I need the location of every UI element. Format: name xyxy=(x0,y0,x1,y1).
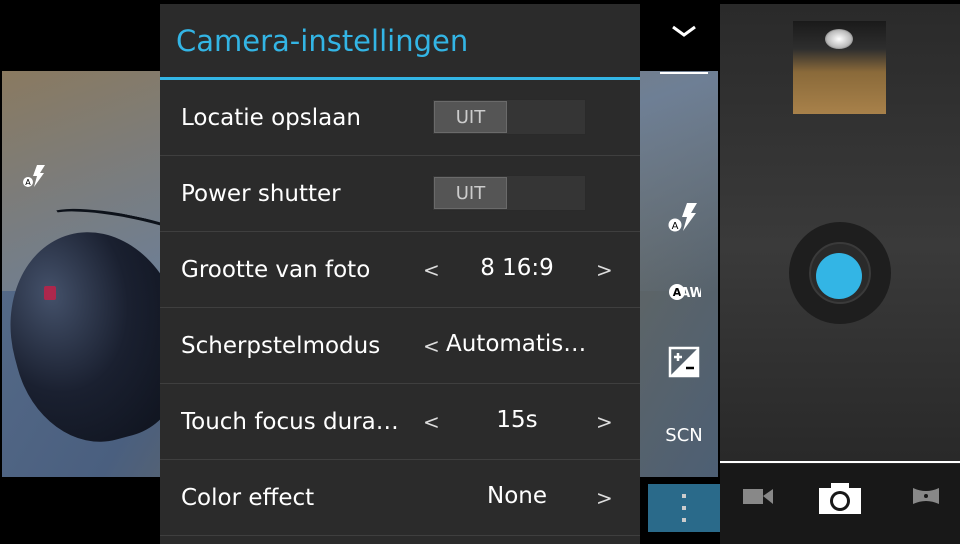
next-value-button[interactable]: > xyxy=(596,258,613,282)
camera-settings-panel: Camera-instellingen Locatie opslaan UIT … xyxy=(160,4,640,544)
next-value-button[interactable]: > xyxy=(596,486,613,510)
white-balance-text: AW xyxy=(680,286,701,301)
setting-label: Power shutter xyxy=(181,180,341,207)
overflow-menu-icon xyxy=(682,494,686,522)
setting-value: None xyxy=(486,483,547,509)
settings-title: Camera-instellingen xyxy=(176,23,469,58)
setting-row-touch-focus[interactable]: Touch focus dura… < 15s > xyxy=(160,384,640,460)
setting-value: 15s xyxy=(496,407,538,433)
previous-value-button[interactable]: < xyxy=(423,410,440,434)
camera-controls xyxy=(720,4,960,544)
collapse-underline xyxy=(660,72,708,74)
panorama-mode-icon[interactable] xyxy=(906,484,946,512)
svg-text:A: A xyxy=(25,178,31,187)
last-photo-thumbnail[interactable] xyxy=(793,21,886,114)
setting-value: Automatis… xyxy=(446,331,587,357)
setting-value: 8 16:9 xyxy=(480,255,554,281)
mode-bar-divider xyxy=(720,461,960,463)
location-toggle[interactable]: UIT xyxy=(432,99,586,135)
setting-row-focus-mode[interactable]: Scherpstelmodus < Automatis… xyxy=(160,308,640,384)
mode-bar xyxy=(720,464,960,544)
setting-label: Touch focus dura… xyxy=(181,408,399,435)
exposure-icon[interactable] xyxy=(660,346,708,382)
overflow-menu-button[interactable] xyxy=(648,484,720,532)
toggle-knob: UIT xyxy=(434,101,507,133)
shutter-dot[interactable] xyxy=(816,253,862,299)
setting-label: Scherpstelmodus xyxy=(181,332,381,359)
previous-value-button[interactable]: < xyxy=(423,258,440,282)
previous-value-button[interactable]: < xyxy=(423,334,440,358)
next-value-button[interactable]: > xyxy=(596,410,613,434)
svg-text:A: A xyxy=(672,221,679,232)
video-mode-icon[interactable] xyxy=(738,484,778,512)
setting-row-location[interactable]: Locatie opslaan UIT xyxy=(160,80,640,156)
setting-row-power-shutter[interactable]: Power shutter UIT xyxy=(160,156,640,232)
scene-mode-label[interactable]: SCN xyxy=(660,425,708,446)
setting-row-photo-size[interactable]: Grootte van foto < 8 16:9 > xyxy=(160,232,640,308)
setting-label: Grootte van foto xyxy=(181,256,371,283)
setting-label: Locatie opslaan xyxy=(181,104,361,131)
white-balance-auto-icon[interactable]: A AW xyxy=(660,280,708,308)
flash-auto-icon[interactable]: A xyxy=(660,200,708,238)
setting-label: Color effect xyxy=(181,484,315,511)
photo-mode-icon[interactable] xyxy=(816,480,864,520)
chevron-down-icon[interactable] xyxy=(660,18,708,58)
setting-row-color-effect[interactable]: Color effect None > xyxy=(160,460,640,536)
thumbnail-light xyxy=(825,29,853,49)
power-shutter-toggle[interactable]: UIT xyxy=(432,175,586,211)
flash-indicator-icon: A xyxy=(22,163,48,194)
viewfinder-led xyxy=(44,286,56,300)
toggle-knob: UIT xyxy=(434,177,507,209)
